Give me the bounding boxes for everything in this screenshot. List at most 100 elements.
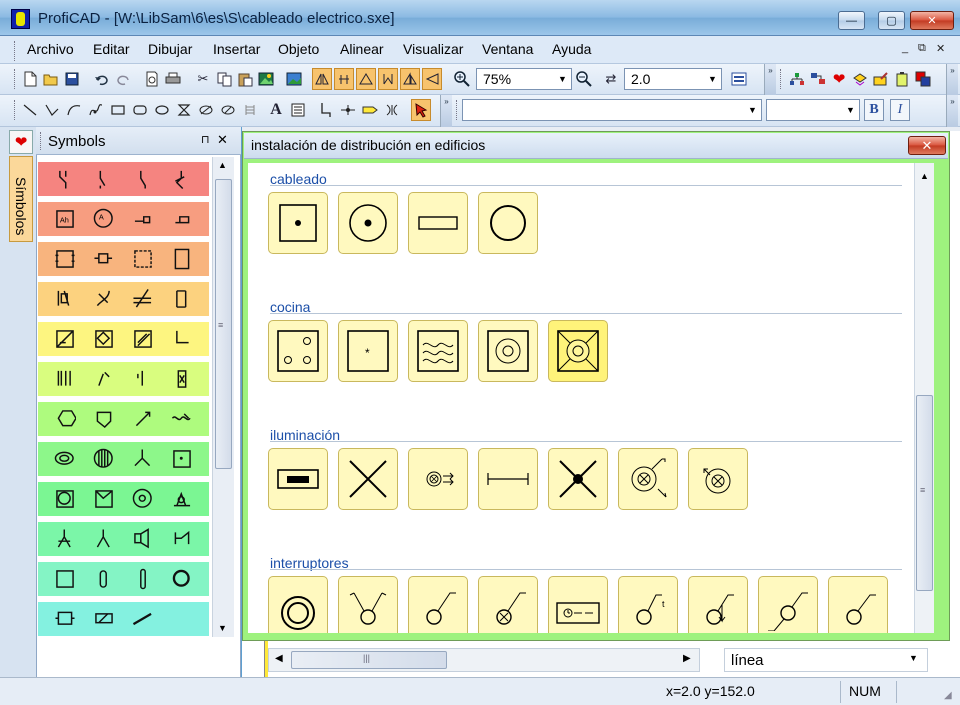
iluminacion-section-symbol-button[interactable]	[548, 448, 608, 510]
panel-close-icon[interactable]: ✕	[217, 132, 228, 148]
symbol-thumbnail-icon[interactable]	[171, 168, 193, 190]
symbol-thumbnail-icon[interactable]	[132, 608, 154, 630]
symbol-thumbnail-icon[interactable]	[171, 368, 193, 390]
zoom-in-icon[interactable]	[452, 68, 472, 90]
symbol-thumbnail-icon[interactable]	[54, 328, 76, 350]
interruptores-section-symbol-button[interactable]	[828, 576, 888, 633]
save-icon[interactable]	[62, 68, 82, 90]
symbol-thumbnail-icon[interactable]	[171, 208, 193, 230]
symbol-category-row[interactable]	[38, 282, 209, 316]
bold-button[interactable]: B	[864, 99, 884, 121]
symbol-thumbnail-icon[interactable]	[54, 248, 76, 270]
interruptores-section-symbol-button[interactable]: t	[618, 576, 678, 633]
symbol-thumbnail-icon[interactable]	[132, 248, 154, 270]
menu-objeto[interactable]: Objeto	[278, 41, 319, 57]
symbols-vertical-tab[interactable]: Símbolos	[9, 156, 33, 242]
symbol-category-row[interactable]	[38, 482, 209, 516]
open-folder-icon[interactable]	[41, 68, 61, 90]
symbol-category-row[interactable]	[38, 162, 209, 196]
scroll-right-icon[interactable]: ▶	[683, 653, 691, 664]
italic-button[interactable]: I	[890, 99, 910, 121]
cableado-section-symbol-button[interactable]	[268, 192, 328, 254]
symbol-thumbnail-icon[interactable]	[171, 568, 193, 590]
symbol-category-row[interactable]	[38, 402, 209, 436]
text-tool-icon[interactable]: A	[266, 99, 286, 121]
symbol-thumbnail-icon[interactable]	[132, 488, 154, 510]
scroll-up-icon[interactable]: ▲	[218, 160, 227, 170]
symbol-thumbnail-icon[interactable]	[171, 248, 193, 270]
font-size-combo[interactable]: ▼	[766, 99, 860, 121]
scroll-up-icon[interactable]: ▲	[920, 171, 929, 181]
color-icon[interactable]	[913, 68, 933, 90]
scroll-left-icon[interactable]: ◀	[275, 653, 283, 664]
print-icon[interactable]	[163, 68, 183, 90]
symbol-thumbnail-icon[interactable]	[132, 328, 154, 350]
dimension-tool-icon[interactable]	[240, 99, 260, 121]
iluminacion-section-symbol-button[interactable]	[478, 448, 538, 510]
symbol-thumbnail-icon[interactable]	[93, 528, 115, 550]
menu-visualizar[interactable]: Visualizar	[403, 41, 463, 57]
undo-icon[interactable]	[92, 68, 112, 90]
line-width-combo[interactable]: 2.0 ▼	[624, 68, 722, 90]
symbol-thumbnail-icon[interactable]	[171, 488, 193, 510]
text-block-icon[interactable]	[288, 99, 308, 121]
symbol-thumbnail-icon[interactable]	[54, 368, 76, 390]
pin-icon[interactable]: ⊓	[201, 133, 210, 146]
arc-tool-icon[interactable]	[64, 99, 84, 121]
interruptores-section-symbol-button[interactable]	[548, 576, 608, 633]
interruptores-section-symbol-button[interactable]	[268, 576, 328, 633]
symbol-thumbnail-icon[interactable]	[54, 168, 76, 190]
symbol-thumbnail-icon[interactable]	[54, 528, 76, 550]
symbol-thumbnail-icon[interactable]	[132, 408, 154, 430]
symbol-thumbnail-icon[interactable]	[171, 448, 193, 470]
symbol-thumbnail-icon[interactable]	[132, 208, 154, 230]
cocina-section-symbol-button[interactable]: *	[338, 320, 398, 382]
symbol-thumbnail-icon[interactable]	[132, 288, 154, 310]
symbol-thumbnail-icon[interactable]	[93, 368, 115, 390]
chevron-down-icon[interactable]: ▼	[909, 653, 918, 663]
symbol-thumbnail-icon[interactable]	[93, 328, 115, 350]
menu-archivo[interactable]: Archivo	[27, 41, 74, 57]
chevron-down-icon[interactable]: ▼	[705, 70, 720, 88]
symbol-thumbnail-icon[interactable]	[93, 568, 115, 590]
iluminacion-section-symbol-button[interactable]	[338, 448, 398, 510]
iluminacion-section-symbol-button[interactable]	[268, 448, 328, 510]
interruptores-section-symbol-button[interactable]	[408, 576, 468, 633]
favorites-tab[interactable]: ❤	[9, 130, 33, 154]
hierarchy-icon[interactable]	[787, 68, 807, 90]
symbol-category-row[interactable]: Ah A	[38, 202, 209, 236]
mirror-horizontal-icon[interactable]	[312, 68, 332, 90]
select-tool-icon[interactable]	[411, 99, 431, 121]
picture-icon[interactable]	[284, 68, 304, 90]
curve-tool-icon[interactable]	[86, 99, 106, 121]
mdi-close-button[interactable]: ✕	[936, 42, 945, 55]
canvas-horizontal-scrollbar[interactable]: ◀ ||| ▶	[268, 648, 700, 672]
cocina-section-symbol-button[interactable]	[478, 320, 538, 382]
cableado-section-symbol-button[interactable]	[478, 192, 538, 254]
toolbar-overflow-chevron[interactable]: »	[946, 64, 958, 95]
symbol-thumbnail-icon[interactable]	[132, 448, 154, 470]
symbol-thumbnail-icon[interactable]	[132, 568, 154, 590]
app-icon[interactable]	[11, 9, 30, 29]
text-edit-icon[interactable]	[871, 68, 891, 90]
redo-icon[interactable]	[113, 68, 133, 90]
chevron-down-icon[interactable]: ▼	[555, 70, 570, 88]
minimize-button[interactable]: —	[838, 11, 865, 30]
font-combo[interactable]: ▼	[462, 99, 762, 121]
transform-icon[interactable]	[850, 68, 870, 90]
symbol-thumbnail-icon[interactable]	[54, 408, 77, 430]
insert-image-icon[interactable]	[256, 68, 276, 90]
panel-grip-icon[interactable]	[40, 132, 44, 150]
interruptores-section-symbol-button[interactable]	[338, 576, 398, 633]
symbol-thumbnail-icon[interactable]	[171, 328, 193, 350]
cocina-section-symbol-button[interactable]	[548, 320, 608, 382]
mirror-vertical-icon[interactable]	[334, 68, 354, 90]
iluminacion-section-symbol-button[interactable]	[618, 448, 678, 510]
symbol-thumbnail-icon[interactable]	[93, 408, 115, 430]
cableado-section-symbol-button[interactable]	[338, 192, 398, 254]
chevron-down-icon[interactable]: ▼	[843, 101, 858, 119]
menu-ayuda[interactable]: Ayuda	[552, 41, 591, 57]
battery-icon[interactable]	[892, 68, 912, 90]
hourglass-tool-icon[interactable]	[174, 99, 194, 121]
menu-dibujar[interactable]: Dibujar	[148, 41, 192, 57]
